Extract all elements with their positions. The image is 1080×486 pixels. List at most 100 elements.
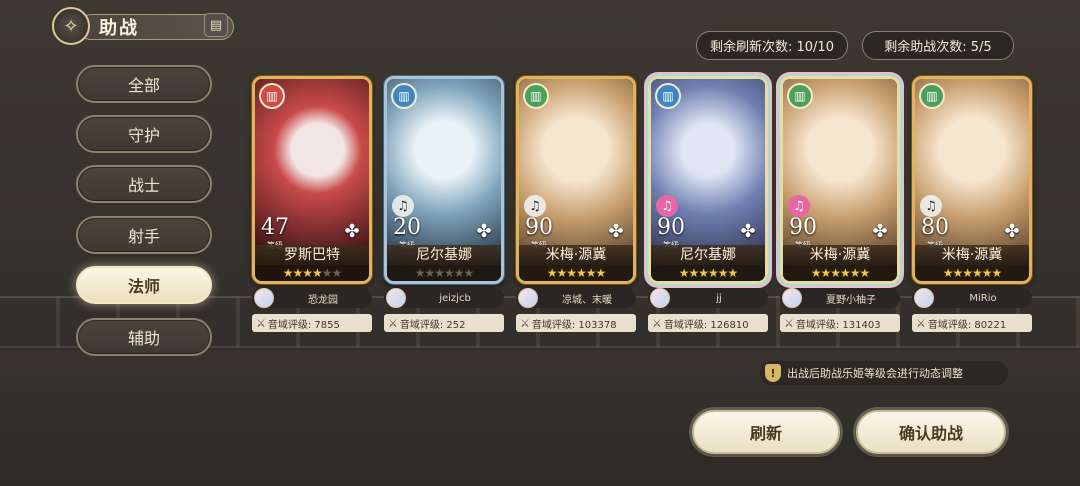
character-name: 罗斯巴特 — [255, 245, 369, 265]
star-rating: ★★★★★★ — [783, 265, 897, 281]
class-emblem-icon: ✤ — [344, 221, 360, 242]
owner-row: 凉城、末暖 — [516, 288, 636, 308]
owner-row: 恐龙园 — [252, 288, 372, 308]
star-rating: ★★★★★★ — [387, 265, 501, 281]
book-type-icon: ▥ — [655, 83, 681, 109]
card-frame: ▥ ♫ 90 等级 ✤ 米梅·源冀 ★★★★★★ — [516, 76, 636, 284]
music-note-icon: ♫ — [524, 195, 546, 217]
character-name: 尼尔基娜 — [651, 245, 765, 265]
card-frame: ▥ ♫ 20 等级 ✤ 尼尔基娜 ★★★★★★ — [384, 76, 504, 284]
book-type-icon: ▥ — [391, 83, 417, 109]
rating-value: 音域评级: 7855 — [267, 319, 340, 331]
assist-card[interactable]: ▥ 47 等级 ✤ 罗斯巴特 ★★★★★★ 恐龙园 ⚔ 音域评级: 7855 — [252, 76, 372, 334]
tab-guardian[interactable]: 守护 — [76, 115, 212, 153]
confirm-assist-button[interactable]: 确认助战 — [856, 410, 1006, 454]
star-rating: ★★★★★★ — [519, 265, 633, 281]
assist-card[interactable]: ▥ ♫ 80 等级 ✤ 米梅·源冀 ★★★★★★ MiRio ⚔ 音域评级: 8… — [912, 76, 1032, 334]
tab-all[interactable]: 全部 — [76, 65, 212, 103]
owner-name: 凉城、末暖 — [562, 294, 612, 306]
tab-archer[interactable]: 射手 — [76, 216, 212, 254]
tab-warrior[interactable]: 战士 — [76, 165, 212, 203]
notebook-icon[interactable]: ▤ — [204, 13, 228, 37]
music-note-icon: ♫ — [656, 195, 678, 217]
rating-bar: ⚔ 音域评级: 7855 — [252, 314, 372, 332]
card-level: 90 — [525, 215, 553, 240]
music-note-icon: ♫ — [788, 195, 810, 217]
card-level: 47 — [261, 215, 289, 240]
card-frame: ▥ ♫ 90 等级 ✤ 米梅·源冀 ★★★★★★ — [780, 76, 900, 284]
shield-icon: ! — [765, 364, 781, 382]
book-type-icon: ▥ — [919, 83, 945, 109]
avatar — [386, 288, 406, 308]
assist-card[interactable]: ▥ ♫ 20 等级 ✤ 尼尔基娜 ★★★★★★ jeizjcb ⚔ 音域评级: … — [384, 76, 504, 334]
refresh-count-display: 剩余刷新次数: 10/10 — [696, 31, 848, 60]
assist-count-display: 剩余助战次数: 5/5 — [862, 31, 1014, 60]
rating-bar: ⚔ 音域评级: 80221 — [912, 314, 1032, 332]
book-type-icon: ▥ — [787, 83, 813, 109]
card-level: 90 — [789, 215, 817, 240]
class-emblem-icon: ✤ — [608, 221, 624, 242]
card-level: 20 — [393, 215, 421, 240]
hint-text: 出战后助战乐姬等级会进行动态调整 — [787, 367, 963, 380]
class-emblem-icon: ✤ — [740, 221, 756, 242]
card-frame: ▥ 47 等级 ✤ 罗斯巴特 ★★★★★★ — [252, 76, 372, 284]
crossed-swords-icon: ⚔ — [256, 316, 266, 330]
music-note-icon: ♫ — [920, 195, 942, 217]
crossed-swords-icon: ⚔ — [388, 316, 398, 330]
owner-name: 夏野小柚子 — [826, 294, 876, 306]
card-frame: ▥ ♫ 90 等级 ✤ 尼尔基娜 ★★★★★★ — [648, 76, 768, 284]
crossed-swords-icon: ⚔ — [916, 316, 926, 330]
refresh-button[interactable]: 刷新 — [692, 410, 840, 454]
class-emblem-icon: ✤ — [872, 221, 888, 242]
card-frame: ▥ ♫ 80 等级 ✤ 米梅·源冀 ★★★★★★ — [912, 76, 1032, 284]
card-level: 90 — [657, 215, 685, 240]
book-type-icon: ▥ — [259, 83, 285, 109]
owner-name: MiRio — [969, 292, 997, 304]
rating-value: 音域评级: 126810 — [663, 319, 749, 331]
assist-card[interactable]: ▥ ♫ 90 等级 ✤ 米梅·源冀 ★★★★★★ 夏野小柚子 ⚔ 音域评级: 1… — [780, 76, 900, 334]
crossed-swords-icon: ⚔ — [652, 316, 662, 330]
card-level: 80 — [921, 215, 949, 240]
character-name: 米梅·源冀 — [519, 245, 633, 265]
compass-emblem-icon[interactable]: ✧ — [52, 7, 90, 45]
tab-mage[interactable]: 法师 — [76, 266, 212, 304]
star-rating: ★★★★★★ — [915, 265, 1029, 281]
owner-name: jj — [716, 292, 722, 304]
rating-bar: ⚔ 音域评级: 131403 — [780, 314, 900, 332]
page-header: 助战 ✧ — [52, 7, 234, 45]
tab-support[interactable]: 辅助 — [76, 318, 212, 356]
rating-bar: ⚔ 音域评级: 103378 — [516, 314, 636, 332]
crossed-swords-icon: ⚔ — [520, 316, 530, 330]
assist-card[interactable]: ▥ ♫ 90 等级 ✤ 米梅·源冀 ★★★★★★ 凉城、末暖 ⚔ 音域评级: 1… — [516, 76, 636, 334]
character-name: 米梅·源冀 — [783, 245, 897, 265]
owner-row: jj — [648, 288, 768, 308]
rating-value: 音域评级: 80221 — [927, 319, 1007, 331]
owner-row: MiRio — [912, 288, 1032, 308]
dynamic-level-hint: ! 出战后助战乐姬等级会进行动态调整 — [760, 361, 1008, 385]
rating-value: 音域评级: 252 — [399, 319, 466, 331]
owner-name: 恐龙园 — [308, 294, 338, 306]
owner-row: jeizjcb — [384, 288, 504, 308]
avatar — [650, 288, 670, 308]
character-name: 尼尔基娜 — [387, 245, 501, 265]
music-note-icon: ♫ — [392, 195, 414, 217]
owner-row: 夏野小柚子 — [780, 288, 900, 308]
assist-card[interactable]: ▥ ♫ 90 等级 ✤ 尼尔基娜 ★★★★★★ jj ⚔ 音域评级: 12681… — [648, 76, 768, 334]
rating-value: 音域评级: 131403 — [795, 319, 881, 331]
avatar — [914, 288, 934, 308]
class-emblem-icon: ✤ — [476, 221, 492, 242]
star-rating: ★★★★★★ — [651, 265, 765, 281]
avatar — [518, 288, 538, 308]
character-name: 米梅·源冀 — [915, 245, 1029, 265]
book-type-icon: ▥ — [523, 83, 549, 109]
avatar — [254, 288, 274, 308]
rating-value: 音域评级: 103378 — [531, 319, 617, 331]
rating-bar: ⚔ 音域评级: 126810 — [648, 314, 768, 332]
class-emblem-icon: ✤ — [1004, 221, 1020, 242]
avatar — [782, 288, 802, 308]
page-title: 助战 — [99, 18, 139, 39]
owner-name: jeizjcb — [439, 292, 471, 304]
rating-bar: ⚔ 音域评级: 252 — [384, 314, 504, 332]
star-rating: ★★★★★★ — [255, 265, 369, 281]
crossed-swords-icon: ⚔ — [784, 316, 794, 330]
